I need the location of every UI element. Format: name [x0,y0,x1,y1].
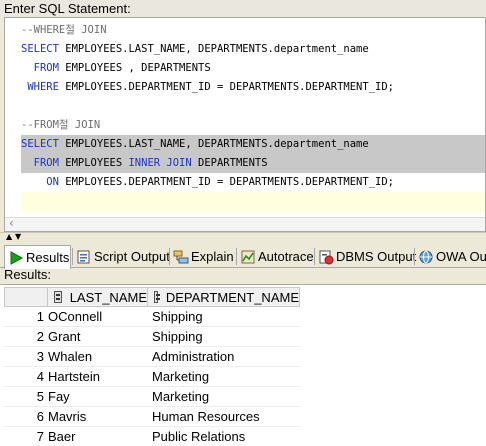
sql-keyword: SELECT [21,138,59,150]
tab-dbms-output[interactable]: DBMS Output [315,245,416,268]
sql-text: EMPLOYEES.DEPARTMENT_ID = DEPARTMENTS.DE… [58,176,394,188]
tab-script-output[interactable]: Script Output [73,245,170,268]
owa-output-icon [419,250,433,263]
explain-plan-icon [173,250,189,263]
last-name-cell[interactable]: Fay [48,387,148,407]
table-row[interactable]: 2 Grant Shipping [4,327,300,347]
tab-results-label: Results [26,250,70,265]
green-play-icon [10,250,24,265]
department-name-cell[interactable]: Shipping [148,307,300,327]
editor-line[interactable]: --FROM절 JOIN [21,116,100,135]
sql-text: EMPLOYEES , DEPARTMENTS [58,62,211,74]
column-header-label: DEPARTMENT_NAME [165,289,299,305]
tab-explain[interactable]: Explain [170,245,234,268]
tab-dbms-output-label: DBMS Output [336,249,417,264]
editor-line[interactable]: --WHERE절 JOIN [21,21,107,40]
tab-autotrace[interactable]: Autotrace [237,245,314,268]
last-name-cell[interactable]: Baer [48,427,148,446]
editor-line[interactable]: WHERE EMPLOYEES.DEPARTMENT_ID = DEPARTME… [21,78,394,97]
column-header-department-name[interactable]: DEPARTMENT_NAME [148,287,300,307]
column-header-label: LAST_NAME [69,289,147,305]
sql-text: DEPARTMENTS [191,157,268,169]
department-name-cell[interactable]: Human Resources [148,407,300,427]
last-name-cell[interactable]: Whalen [48,347,148,367]
column-header-last-name[interactable]: LAST_NAME [48,287,148,307]
row-number[interactable]: 2 [4,327,48,347]
column-sort-icon [154,291,160,303]
collapse-down-icon[interactable]: ▼ [15,232,21,241]
results-grid[interactable]: LAST_NAME DEPARTMENT_NAME 1 OConnell Shipp… [0,284,486,446]
table-row[interactable]: 1 OConnell Shipping [4,307,300,327]
sql-keyword: SELECT [21,43,59,55]
sql-text: EMPLOYEES.DEPARTMENT_ID = DEPARTMENTS.DE… [58,81,394,93]
tab-owa-output[interactable]: OWA Out [415,245,486,268]
collapse-up-icon[interactable]: ▲ [6,232,12,241]
row-number-header [4,287,48,307]
table-row[interactable]: 4 Hartstein Marketing [4,367,300,387]
department-name-cell[interactable]: Public Relations [148,427,300,446]
tab-autotrace-label: Autotrace [258,249,314,264]
column-sort-icon [54,291,62,303]
sql-comment: --WHERE절 JOIN [21,24,107,36]
row-number[interactable]: 1 [4,307,48,327]
tab-owa-output-label: OWA Out [436,249,486,264]
editor-line[interactable]: ON EMPLOYEES.DEPARTMENT_ID = DEPARTMENTS… [21,173,394,192]
row-number[interactable]: 7 [4,427,48,446]
results-label: Results: [4,267,51,282]
table-row[interactable]: 7 Baer Public Relations [4,427,300,446]
sql-keyword: FROM [21,62,59,74]
sql-keyword: FROM [21,157,59,169]
sql-text: EMPLOYEES.LAST_NAME, DEPARTMENTS.departm… [58,43,369,55]
grid-header: LAST_NAME DEPARTMENT_NAME [4,287,300,307]
enter-sql-label: Enter SQL Statement: [0,0,486,17]
table-row[interactable]: 3 Whalen Administration [4,347,300,367]
script-output-icon [77,250,90,263]
department-name-cell[interactable]: Marketing [148,367,300,387]
sql-keyword: ON [21,176,59,188]
row-number[interactable]: 3 [4,347,48,367]
row-number[interactable]: 5 [4,387,48,407]
department-name-cell[interactable]: Marketing [148,387,300,407]
sql-keyword: WHERE [21,81,59,93]
table-row[interactable]: 5 Fay Marketing [4,387,300,407]
pane-splitter[interactable]: ▲ ▼ [0,232,486,242]
tab-script-output-label: Script Output [94,249,170,264]
department-name-cell[interactable]: Shipping [148,327,300,347]
editor-line[interactable]: SELECT EMPLOYEES.LAST_NAME, DEPARTMENTS.… [21,135,369,154]
current-line-highlight [21,192,485,212]
sql-comment: --FROM절 JOIN [21,119,101,131]
last-name-cell[interactable]: Hartstein [48,367,148,387]
editor-line[interactable]: SELECT EMPLOYEES.LAST_NAME, DEPARTMENTS.… [21,40,369,59]
tab-explain-label: Explain [191,249,234,264]
scroll-left-icon[interactable]: ‹ [9,216,14,230]
table-row[interactable]: 6 Mavris Human Resources [4,407,300,427]
autotrace-icon [241,250,255,263]
row-number[interactable]: 6 [4,407,48,427]
editor-line[interactable]: FROM EMPLOYEES INNER JOIN DEPARTMENTS [21,154,268,173]
department-name-cell[interactable]: Administration [148,347,300,367]
output-tabs: Results Script Output Explain Autotrace … [0,243,486,269]
tab-results[interactable]: Results [4,245,71,269]
last-name-cell[interactable]: Mavris [48,407,148,427]
editor-line[interactable]: FROM EMPLOYEES , DEPARTMENTS [21,59,211,78]
last-name-cell[interactable]: Grant [48,327,148,347]
dbms-output-icon [319,250,334,264]
sql-text: EMPLOYEES [58,157,129,169]
sql-keyword: INNER JOIN [128,157,192,169]
sql-editor[interactable]: --WHERE절 JOIN SELECT EMPLOYEES.LAST_NAME,… [4,17,486,232]
editor-horizontal-scrollbar[interactable]: ‹ [5,216,485,231]
last-name-cell[interactable]: OConnell [48,307,148,327]
row-number[interactable]: 4 [4,367,48,387]
sql-text: EMPLOYEES.LAST_NAME, DEPARTMENTS.departm… [58,138,369,150]
